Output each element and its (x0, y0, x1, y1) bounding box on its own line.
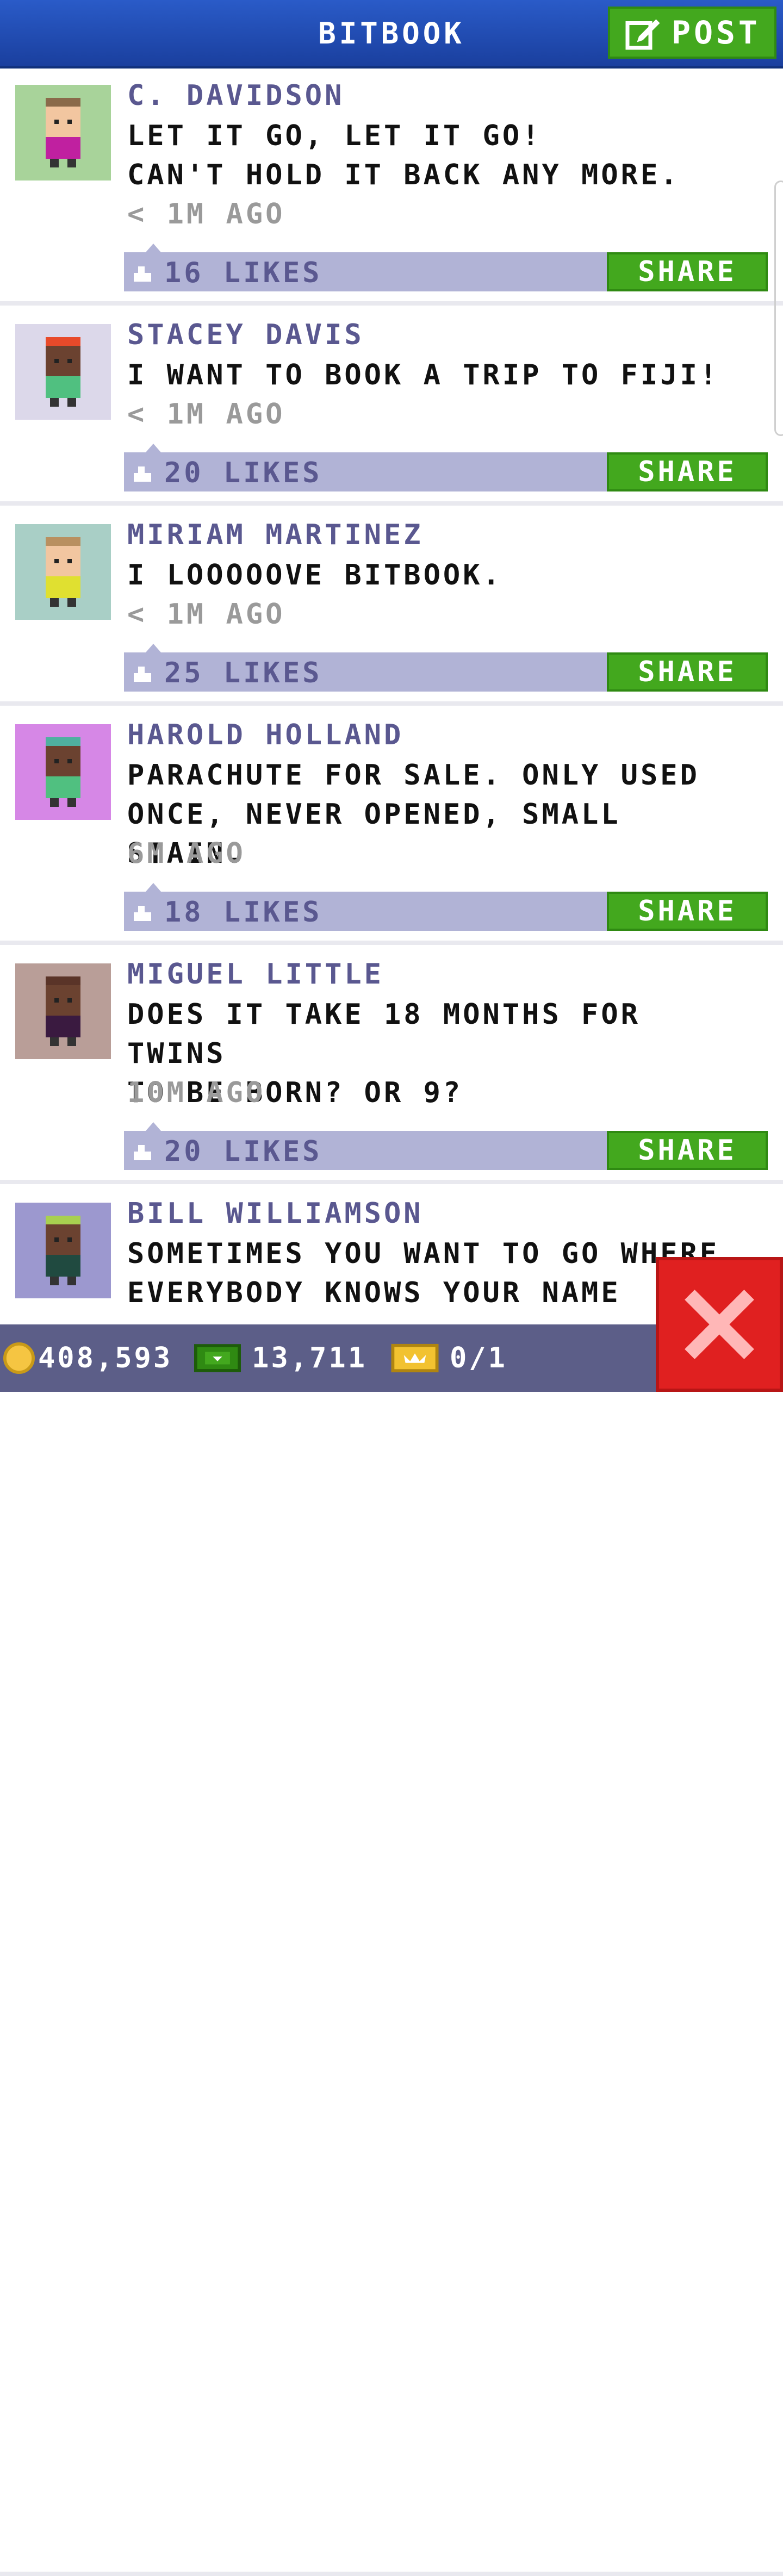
avatar[interactable] (15, 724, 111, 820)
post-text-line: I LOOOOOVE BITBOOK. (127, 559, 502, 592)
tickets-stat: 0/1 (367, 1342, 507, 1374)
post-text: I WANT TO BOOK A TRIP TO FIJI! (127, 356, 747, 395)
avatar[interactable] (15, 85, 111, 181)
likes-bar: 20 LIKES SHARE (124, 444, 768, 491)
post-text-line: LET IT GO, LET IT GO! (127, 120, 542, 152)
post-author[interactable]: STACEY DAVIS (127, 319, 364, 351)
post-time: 10M AGO (127, 1077, 266, 1109)
likes-bar: 20 LIKES SHARE (124, 1122, 768, 1170)
close-icon (685, 1290, 754, 1359)
likes-bar-notch (146, 644, 161, 652)
post-text: LET IT GO, LET IT GO! CAN'T HOLD IT BACK … (127, 116, 747, 195)
share-button[interactable]: SHARE (607, 452, 768, 491)
coins-stat: 408,593 (0, 1342, 172, 1374)
post-item: MIGUEL LITTLE DOES IT TAKE 18 MONTHS FOR … (0, 945, 783, 1184)
post-item: STACEY DAVIS I WANT TO BOOK A TRIP TO FIJ… (0, 306, 783, 506)
likes-bar-notch (146, 883, 161, 892)
like-icon[interactable] (132, 1141, 153, 1162)
post-author[interactable]: MIGUEL LITTLE (127, 958, 384, 991)
post-text-line: I WANT TO BOOK A TRIP TO FIJI! (127, 359, 720, 391)
app-header: BITBOOK POST (0, 0, 783, 69)
avatar[interactable] (15, 1203, 111, 1298)
bux-value: 13,711 (252, 1342, 367, 1374)
share-button[interactable]: SHARE (607, 1131, 768, 1170)
compose-icon (625, 19, 660, 50)
post-author[interactable]: MIRIAM MARTINEZ (127, 519, 424, 551)
share-button[interactable]: SHARE (607, 892, 768, 931)
post-item: C. DAVIDSON LET IT GO, LET IT GO! CAN'T HO… (0, 66, 783, 306)
scrollbar[interactable] (774, 181, 783, 436)
coin-icon (3, 1342, 35, 1374)
like-icon[interactable] (132, 262, 153, 284)
likes-bar-notch (146, 244, 161, 252)
post-author[interactable]: C. DAVIDSON (127, 79, 344, 112)
post-item: BILL WILLIAMSON SOMETIMES YOU WANT TO GO … (0, 1184, 783, 2576)
likes-count[interactable]: 20 LIKES (164, 457, 322, 489)
post-button[interactable]: POST (608, 7, 776, 59)
avatar-figure (15, 724, 111, 820)
bux-stat: 13,711 (172, 1342, 367, 1374)
like-icon[interactable] (132, 901, 153, 923)
likes-bar: 16 LIKES SHARE (124, 244, 768, 291)
likes-count[interactable]: 25 LIKES (164, 657, 322, 689)
likes-bar: 25 LIKES SHARE (124, 644, 768, 692)
post-text-line: PARACHUTE FOR SALE. ONLY USED (127, 759, 700, 792)
cash-icon (194, 1344, 241, 1372)
likes-bar-notch (146, 1122, 161, 1131)
close-button[interactable] (656, 1257, 783, 1392)
post-item: HAROLD HOLLAND PARACHUTE FOR SALE. ONLY U… (0, 706, 783, 945)
coins-value: 408,593 (38, 1342, 173, 1374)
post-time: < 1M AGO (127, 198, 285, 231)
avatar[interactable] (15, 524, 111, 620)
likes-count[interactable]: 20 LIKES (164, 1135, 322, 1168)
post-time: < 1M AGO (127, 398, 285, 431)
post-author[interactable]: HAROLD HOLLAND (127, 719, 403, 751)
post-text: I LOOOOOVE BITBOOK. (127, 556, 747, 595)
avatar-figure (15, 324, 111, 420)
like-icon[interactable] (132, 462, 153, 484)
post-text: SOMETIMES YOU WANT TO GO WHERE EVERYBODY … (127, 1234, 747, 1312)
avatar-figure (15, 963, 111, 1059)
tickets-value: 0/1 (450, 1342, 507, 1374)
post-item: MIRIAM MARTINEZ I LOOOOOVE BITBOOK. < 1M A… (0, 506, 783, 706)
post-time: < 1M AGO (127, 598, 285, 631)
share-button[interactable]: SHARE (607, 652, 768, 692)
post-text-line: CAN'T HOLD IT BACK ANY MORE. (127, 159, 680, 191)
post-button-label: POST (672, 14, 761, 51)
post-text-line: EVERYBODY KNOWS YOUR NAME (127, 1277, 621, 1309)
avatar[interactable] (15, 963, 111, 1059)
post-author[interactable]: BILL WILLIAMSON (127, 1197, 424, 1230)
avatar-figure (15, 1203, 111, 1298)
likes-bar-notch (146, 444, 161, 452)
likes-count[interactable]: 16 LIKES (164, 257, 322, 289)
avatar[interactable] (15, 324, 111, 420)
post-text-line: SOMETIMES YOU WANT TO GO WHERE (127, 1237, 720, 1270)
share-button[interactable]: SHARE (607, 252, 768, 291)
ticket-icon (391, 1343, 439, 1373)
post-text-line: DOES IT TAKE 18 MONTHS FOR TWINS (127, 998, 641, 1070)
likes-count[interactable]: 18 LIKES (164, 896, 322, 929)
post-time: 6M AGO (127, 837, 246, 870)
likes-bar: 18 LIKES SHARE (124, 883, 768, 931)
avatar-figure (15, 524, 111, 620)
like-icon[interactable] (132, 662, 153, 684)
avatar-figure (15, 85, 111, 181)
